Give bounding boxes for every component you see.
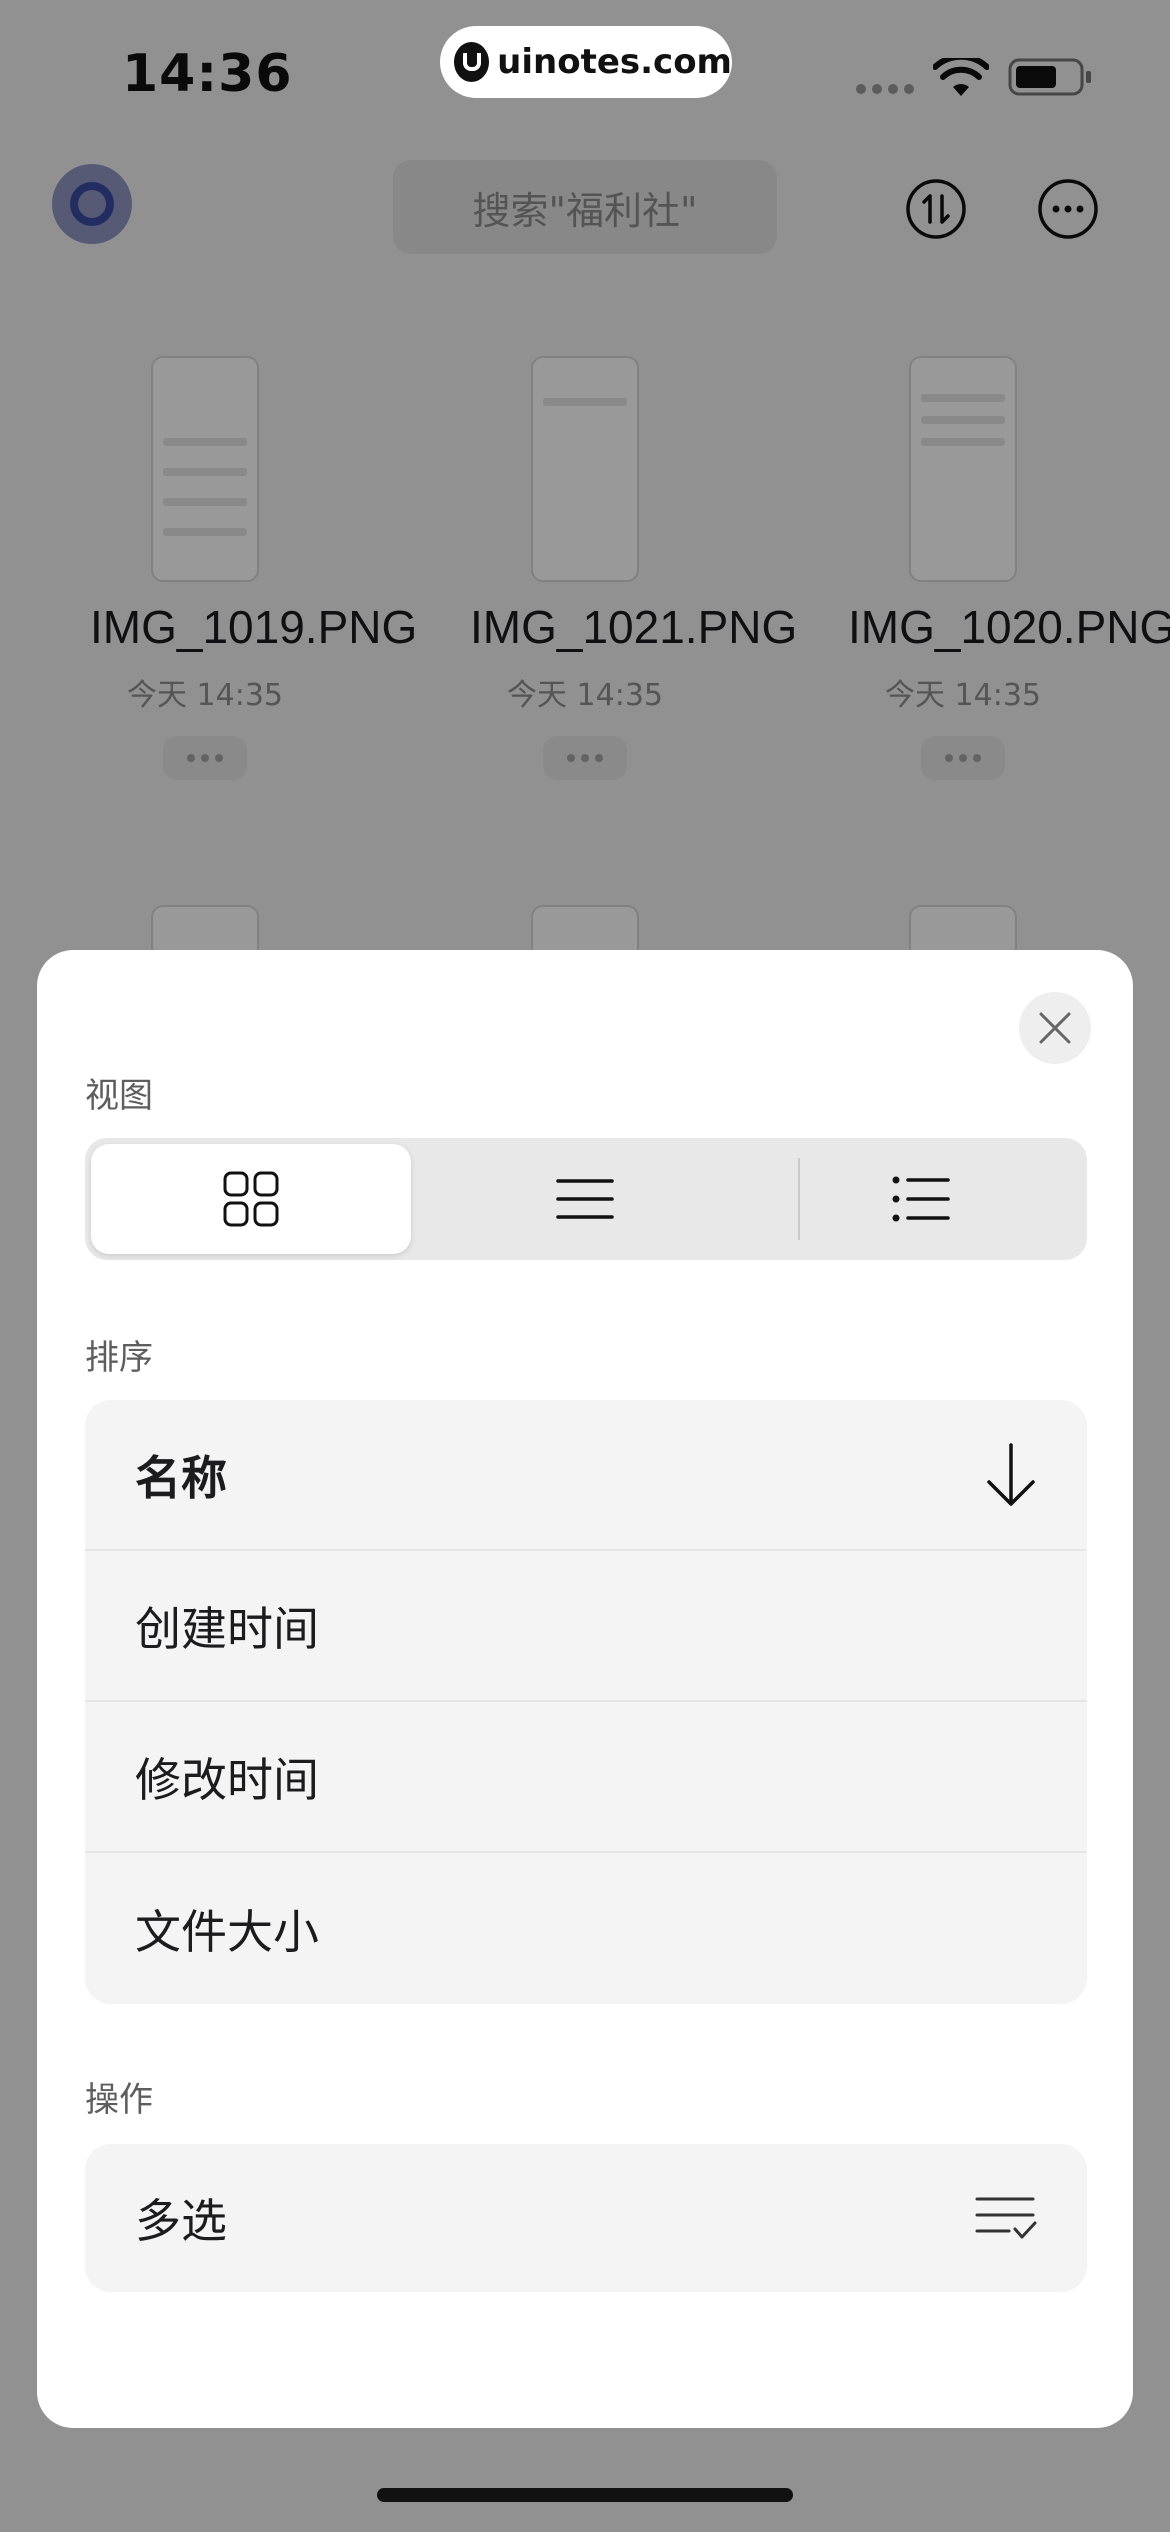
- descending-arrow-icon: [987, 1442, 1035, 1506]
- sort-by-created-time[interactable]: 创建时间: [85, 1551, 1087, 1702]
- grid-view-option[interactable]: [91, 1144, 411, 1254]
- sort-options-list: 名称 创建时间 修改时间 文件大小: [85, 1400, 1087, 2004]
- sort-option-label: 名称: [135, 1450, 227, 1505]
- detail-list-icon: [892, 1176, 950, 1222]
- close-button[interactable]: [1019, 992, 1091, 1064]
- watermark-badge: uinotes.com: [440, 26, 732, 98]
- grid-view-icon: [223, 1171, 279, 1227]
- list-view-icon: [556, 1179, 614, 1219]
- sort-option-label: 创建时间: [135, 1601, 319, 1656]
- sort-option-label: 文件大小: [135, 1904, 319, 1959]
- multi-select-icon: [975, 2197, 1037, 2239]
- action-section-label: 操作: [85, 2080, 153, 2120]
- list-view-option[interactable]: [425, 1144, 745, 1254]
- view-section-label: 视图: [85, 1076, 153, 1116]
- watermark-text: uinotes.com: [497, 42, 732, 82]
- view-options-sheet: 视图 排序 名称 创建时间 修改时间 文件大小 操作 多选: [37, 950, 1133, 2428]
- detail-list-option[interactable]: [761, 1144, 1081, 1254]
- home-indicator: [377, 2488, 793, 2502]
- sort-by-modified-time[interactable]: 修改时间: [85, 1702, 1087, 1853]
- sort-by-file-size[interactable]: 文件大小: [85, 1853, 1087, 2004]
- multi-select-button[interactable]: 多选: [85, 2144, 1087, 2292]
- multi-select-label: 多选: [135, 2194, 227, 2248]
- view-mode-selector: [85, 1138, 1087, 1260]
- sort-option-label: 修改时间: [135, 1752, 319, 1807]
- sort-section-label: 排序: [85, 1338, 153, 1378]
- close-icon: [1039, 1012, 1071, 1044]
- watermark-logo-icon: [454, 42, 490, 82]
- sort-by-name[interactable]: 名称: [85, 1400, 1087, 1551]
